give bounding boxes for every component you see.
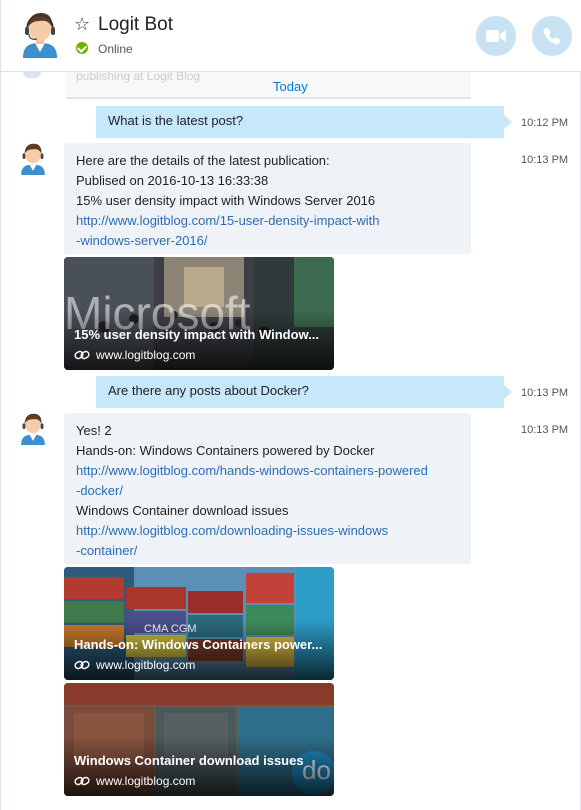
audio-call-button[interactable] [532,16,572,56]
message-line: Hands-on: Windows Containers powered by … [76,443,375,458]
my-message-bubble[interactable]: Are there any posts about Docker? [96,376,512,408]
post-link[interactable]: http://www.logitblog.com/downloading-iss… [76,521,459,541]
video-call-button[interactable] [476,16,516,56]
message-text: What is the latest post? [108,113,244,128]
link-icon [74,350,90,360]
card-title: Windows Container download issues [74,753,304,768]
card-domain: www.logitblog.com [96,348,196,362]
contact-name: Logit Bot [98,14,173,35]
bot-avatar-small[interactable] [19,413,47,445]
bot-message-bubble[interactable]: Here are the details of the latest publi… [64,143,471,254]
post-link-continued[interactable]: -container/ [76,541,459,561]
message-timestamp: 10:13 PM [521,387,569,399]
message-text: Are there any posts about Docker? [108,383,309,398]
bot-avatar[interactable] [21,12,59,58]
link-preview-card[interactable]: Microsoft 15% user density impact with W… [64,257,334,370]
card-domain: www.logitblog.com [96,774,196,788]
post-link[interactable]: http://www.logitblog.com/15-user-density… [76,211,459,231]
link-icon [74,776,90,786]
message-line: Publised on 2016-10-13 16:33:38 [76,173,269,188]
bot-avatar-small[interactable] [19,143,47,175]
previous-message-card: publishing at Logit Blog [66,72,471,99]
post-link-continued[interactable]: -docker/ [76,481,459,501]
message-timestamp: 10:13 PM [521,154,569,166]
video-camera-icon [486,30,506,42]
scrolled-avatar [23,72,41,78]
message-line: Yes! 2 [76,423,112,438]
favorite-star-icon[interactable]: ☆ [74,14,90,34]
message-line: Here are the details of the latest publi… [76,153,330,168]
date-divider: Today [273,79,308,94]
online-status-icon [76,42,88,54]
link-icon [74,660,90,670]
bot-message-bubble[interactable]: Yes! 2 Hands-on: Windows Containers powe… [64,413,471,564]
contact-status: Online [98,42,133,56]
link-preview-card[interactable]: do Windows Container download issues www… [64,683,334,796]
post-link[interactable]: http://www.logitblog.com/hands-windows-c… [76,461,459,481]
my-message-bubble[interactable]: What is the latest post? [96,106,512,138]
post-link-continued[interactable]: -windows-server-2016/ [76,231,459,251]
card-title: 15% user density impact with Window... [74,327,320,342]
message-timestamp: 10:12 PM [521,117,569,129]
conversation-header: ☆ Logit Bot Online [1,0,581,72]
previous-message-text: publishing at Logit Blog [76,72,201,83]
link-preview-card[interactable]: CMA CGM Hands-on: Windows Containers pow… [64,567,334,680]
message-line: Windows Container download issues [76,503,289,518]
card-domain: www.logitblog.com [96,658,196,672]
card-title: Hands-on: Windows Containers power... [74,637,323,652]
phone-icon [543,27,561,45]
message-line: 15% user density impact with Windows Ser… [76,193,376,208]
message-timestamp: 10:13 PM [521,424,569,436]
